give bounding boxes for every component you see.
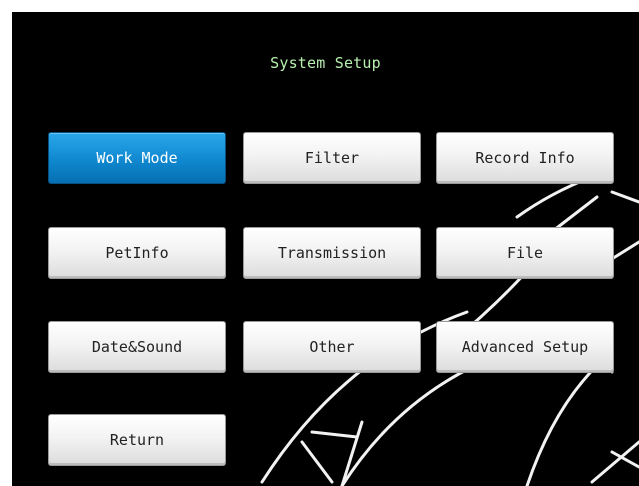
page-title: System Setup xyxy=(270,54,381,72)
file-button[interactable]: File xyxy=(436,227,614,279)
other-button[interactable]: Other xyxy=(243,321,421,373)
device-screen: System Setup Work Mode Filter Record Inf… xyxy=(12,12,639,486)
return-button[interactable]: Return xyxy=(48,414,226,466)
filter-button[interactable]: Filter xyxy=(243,132,421,184)
work-mode-button[interactable]: Work Mode xyxy=(48,132,226,184)
transmission-button[interactable]: Transmission xyxy=(243,227,421,279)
record-info-button[interactable]: Record Info xyxy=(436,132,614,184)
date-sound-button[interactable]: Date&Sound xyxy=(48,321,226,373)
advanced-setup-button[interactable]: Advanced Setup xyxy=(436,321,614,373)
pet-info-button[interactable]: PetInfo xyxy=(48,227,226,279)
